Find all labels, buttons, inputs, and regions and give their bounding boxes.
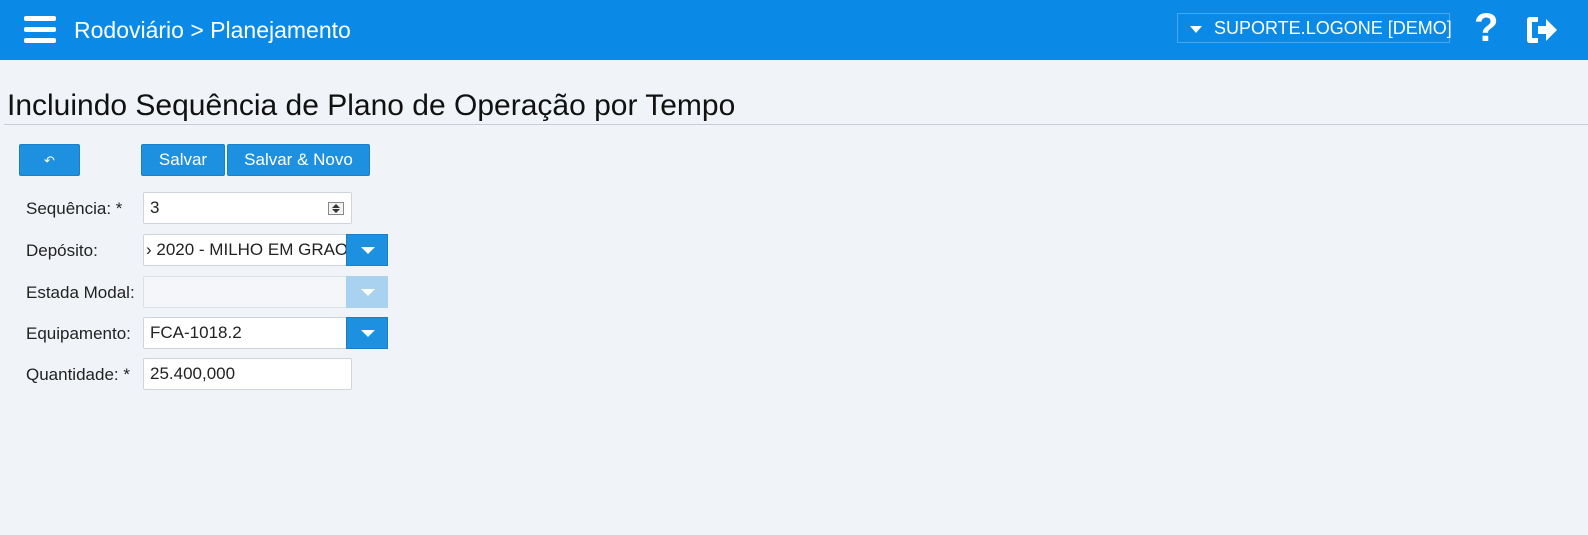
equipamento-value: FCA-1018.2 — [150, 323, 242, 342]
menu-icon[interactable] — [24, 16, 56, 44]
save-button[interactable]: Salvar — [141, 144, 225, 176]
caret-down-icon — [1190, 26, 1202, 33]
page-title: Incluindo Sequência de Plano de Operação… — [7, 89, 736, 122]
user-menu[interactable]: SUPORTE.LOGONE [DEMO] — [1177, 13, 1452, 43]
deposito-dropdown-button[interactable] — [346, 234, 388, 266]
user-name: SUPORTE.LOGONE [DEMO] — [1214, 18, 1452, 38]
quantidade-value: 25.400,000 — [150, 364, 236, 383]
estada-modal-input — [143, 276, 347, 308]
logout-icon[interactable] — [1524, 14, 1560, 51]
dropdown-arrow-icon — [361, 247, 375, 254]
equipamento-label: Equipamento: — [26, 324, 131, 343]
title-divider — [4, 124, 1588, 125]
quantidade-label: Quantidade: * — [26, 365, 130, 384]
sequencia-label: Sequência: * — [26, 199, 123, 218]
help-icon[interactable]: ? — [1474, 8, 1498, 48]
undo-icon: ↶ — [44, 153, 55, 168]
equipamento-dropdown-button[interactable] — [346, 317, 388, 349]
estada-modal-label: Estada Modal: — [26, 283, 135, 302]
estada-modal-dropdown-button — [346, 276, 388, 308]
breadcrumb: Rodoviário > Planejamento — [74, 17, 351, 43]
dropdown-arrow-icon — [361, 330, 375, 337]
dropdown-arrow-icon — [361, 289, 375, 296]
deposito-value: › 2020 - MILHO EM GRAO — [146, 240, 347, 259]
equipamento-input[interactable]: FCA-1018.2 — [143, 317, 347, 349]
back-button[interactable]: ↶ — [19, 144, 80, 176]
sequencia-input[interactable]: 3 — [143, 192, 352, 224]
quantidade-input[interactable]: 25.400,000 — [143, 358, 352, 390]
deposito-label: Depósito: — [26, 241, 98, 260]
top-bar: Rodoviário > Planejamento SUPORTE.LOGONE… — [0, 0, 1588, 60]
spinner-icon[interactable] — [328, 202, 344, 215]
sequencia-value: 3 — [150, 198, 160, 217]
deposito-input[interactable]: › 2020 - MILHO EM GRAO — [143, 234, 347, 266]
save-and-new-button[interactable]: Salvar & Novo — [227, 144, 370, 176]
